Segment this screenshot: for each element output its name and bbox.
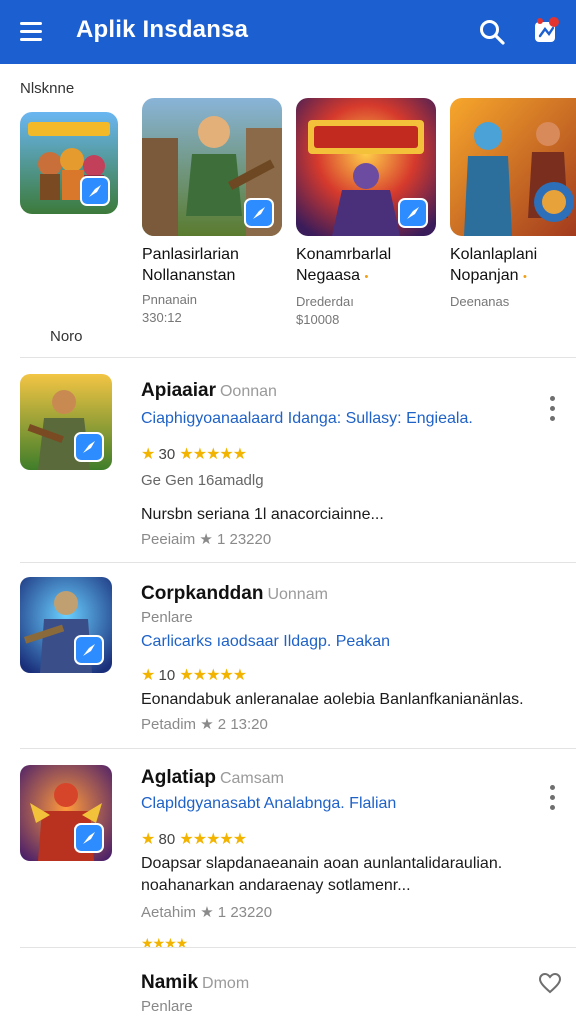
more-options-icon[interactable] bbox=[542, 394, 564, 426]
featured-name: Kolanlaplani bbox=[450, 246, 538, 263]
featured-label: Nlsknne bbox=[20, 80, 75, 97]
app-rating: ★ 80 ★★★★★ bbox=[141, 831, 247, 848]
app-title: Apiaaiar Oonnan bbox=[141, 380, 277, 401]
app-title: Aplik Insdansa bbox=[76, 16, 249, 43]
app-badge-icon bbox=[74, 635, 104, 665]
featured-badge-icon bbox=[80, 176, 110, 206]
app-tagline: Ciaphigyoanaalaard Idanga: Sullasy: Engi… bbox=[141, 410, 473, 427]
section-sub-label: Noro bbox=[50, 328, 83, 345]
app-meta: Ge Gen 16amadlg bbox=[141, 472, 264, 489]
app-rating: ★ 10 ★★★★★ bbox=[141, 667, 247, 684]
app-rating: ★ 30 ★★★★★ bbox=[141, 446, 247, 463]
app-badge-icon[interactable] bbox=[532, 16, 560, 46]
app-description: Doapsar slapdanaeanain aoan aunlantalida… bbox=[141, 855, 503, 894]
app-badge-icon bbox=[74, 823, 104, 853]
featured-name-line2: Nollananstan bbox=[142, 267, 236, 284]
app-bar: Aplik Insdansa bbox=[0, 0, 576, 64]
featured-art-3 bbox=[450, 98, 576, 236]
list-item-1[interactable]: Apiaaiar Oonnan Ciaphigyoanaalaard Idanga… bbox=[0, 358, 576, 562]
list-item-3[interactable]: Aglatiap Camsam Clapldgyanasabt Analabnga… bbox=[0, 749, 576, 951]
search-icon[interactable] bbox=[478, 18, 506, 46]
app-tagline: Clapldgyanasabt Analabnga. Flalian bbox=[141, 795, 397, 812]
app-footer: Peeiaim ★ 1 23220 bbox=[141, 531, 272, 548]
app-title: Aglatiap Camsam bbox=[141, 767, 284, 788]
featured-badge-icon bbox=[244, 198, 274, 228]
featured-name: Panlasirlarian bbox=[142, 246, 239, 263]
app-thumbnail bbox=[20, 577, 112, 673]
app-description: Nursbn seriana 1l anacorciainne... bbox=[141, 506, 384, 523]
featured-meta: Deenanas bbox=[450, 294, 510, 309]
featured-name-line2: Negaasa • bbox=[296, 267, 369, 284]
app-footer: Aetahim ★ 1 23220 bbox=[141, 904, 273, 921]
featured-meta-line2: 330:12 bbox=[142, 310, 182, 325]
featured-badge-icon bbox=[398, 198, 428, 228]
featured-name-line2: Nopanjan • bbox=[450, 267, 527, 284]
list-item-2[interactable]: Corpkanddan Uonnam Penlare Carlicarks ıao… bbox=[0, 563, 576, 748]
featured-card-2[interactable]: Konamrbarlal Negaasa • Drederdaı $10008 bbox=[296, 98, 436, 328]
app-thumbnail bbox=[20, 765, 112, 861]
app-badge-icon bbox=[74, 432, 104, 462]
featured-thumb-1[interactable] bbox=[20, 112, 118, 214]
featured-card-3[interactable]: Kolanlaplani Nopanjan • Deenanas bbox=[450, 98, 576, 310]
app-thumbnail bbox=[20, 374, 112, 470]
featured-card-1[interactable]: Panlasirlarian Nollananstan Pnnanain 330… bbox=[142, 98, 282, 326]
app-subtitle: Penlare bbox=[141, 609, 193, 626]
featured-meta: Drederdaı bbox=[296, 294, 354, 309]
list-item-4[interactable]: Namik Dmom Penlare bbox=[0, 948, 576, 1024]
app-title: Corpkanddan Uonnam bbox=[141, 583, 328, 604]
favorite-heart-icon[interactable] bbox=[538, 972, 562, 994]
app-description: Eonandabuk anleranalae aolebia Banlanfka… bbox=[141, 691, 524, 708]
featured-name: Konamrbarlal bbox=[296, 246, 392, 263]
app-footer: Petadim ★ 2 13:20 bbox=[141, 716, 268, 733]
featured-art-1 bbox=[142, 98, 282, 236]
app-tagline: Carlicarks ıaodsaar Ildagp. Peakan bbox=[141, 633, 391, 650]
app-title: Namik Dmom bbox=[141, 972, 250, 993]
menu-icon[interactable] bbox=[20, 20, 44, 42]
more-options-icon[interactable] bbox=[542, 783, 564, 815]
featured-meta: Pnnanain bbox=[142, 292, 197, 307]
featured-meta-line2: $10008 bbox=[296, 312, 340, 327]
featured-art-2 bbox=[296, 98, 436, 236]
app-subtitle: Penlare bbox=[141, 998, 193, 1015]
